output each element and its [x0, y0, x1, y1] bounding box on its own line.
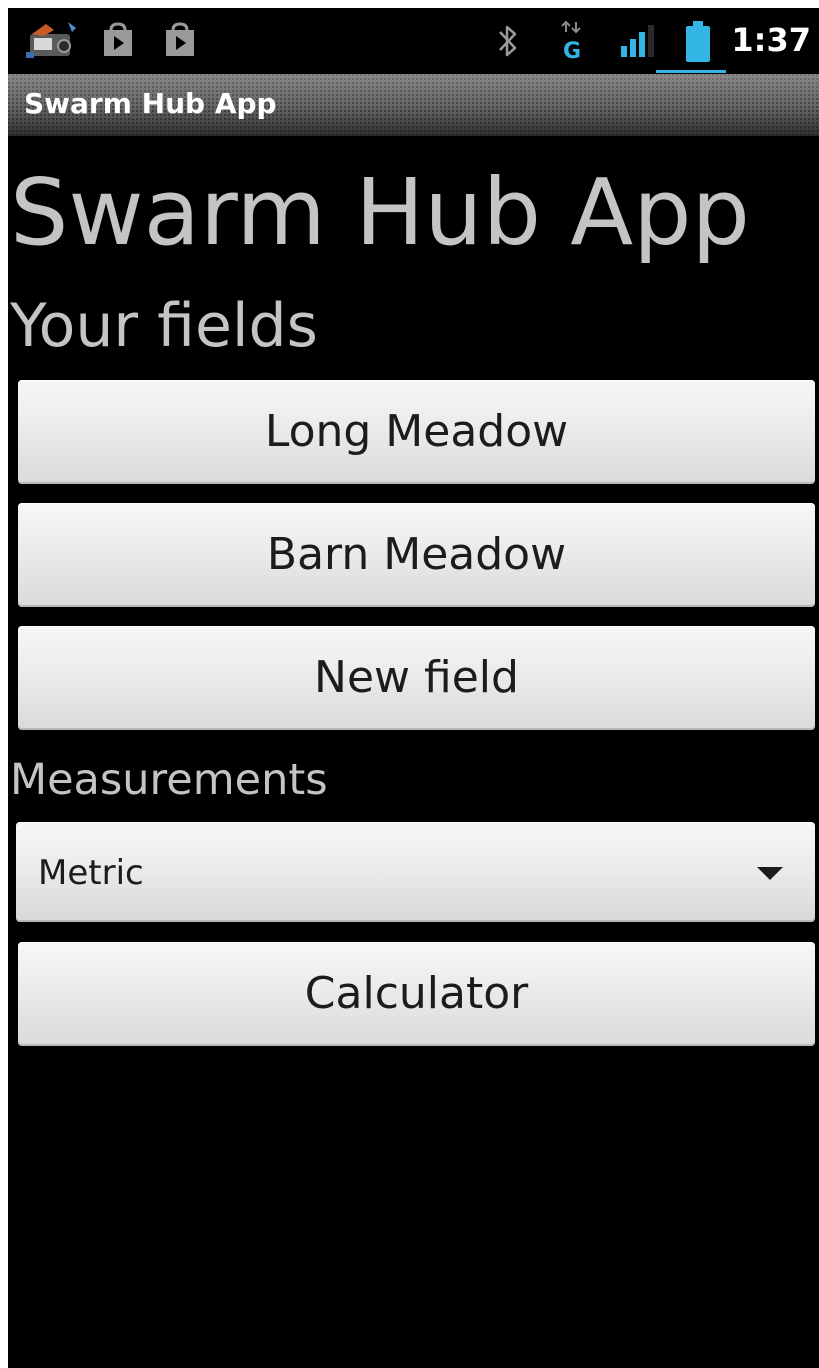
chevron-down-icon — [757, 867, 783, 880]
status-bar: G 1:37 — [8, 8, 819, 74]
notification-app-icon — [26, 22, 76, 58]
field-button-long-meadow[interactable]: Long Meadow — [18, 380, 815, 484]
status-bar-indicator — [656, 70, 726, 73]
app-heading: Swarm Hub App — [10, 159, 750, 266]
new-field-button[interactable]: New field — [18, 626, 815, 730]
measurements-selected-value: Metric — [38, 853, 144, 893]
measurements-label: Measurements — [10, 755, 328, 805]
field-button-barn-meadow[interactable]: Barn Meadow — [18, 503, 815, 607]
your-fields-label: Your fields — [10, 291, 318, 361]
status-time: 1:37 — [731, 21, 811, 59]
svg-text:G: G — [563, 39, 581, 60]
signal-icon — [621, 25, 654, 57]
title-bar-text: Swarm Hub App — [24, 87, 277, 120]
battery-icon — [686, 21, 710, 62]
bluetooth-icon — [499, 25, 517, 57]
calculator-button[interactable]: Calculator — [18, 942, 815, 1046]
title-bar: Swarm Hub App — [8, 74, 819, 136]
phone-screen: G 1:37 Swarm Hub App Swarm Hub App Your … — [8, 8, 819, 1368]
data-g-icon: G — [561, 20, 581, 60]
market-download-icon — [104, 22, 132, 56]
market-download-icon — [166, 22, 194, 56]
measurements-select[interactable]: Metric — [16, 822, 815, 922]
